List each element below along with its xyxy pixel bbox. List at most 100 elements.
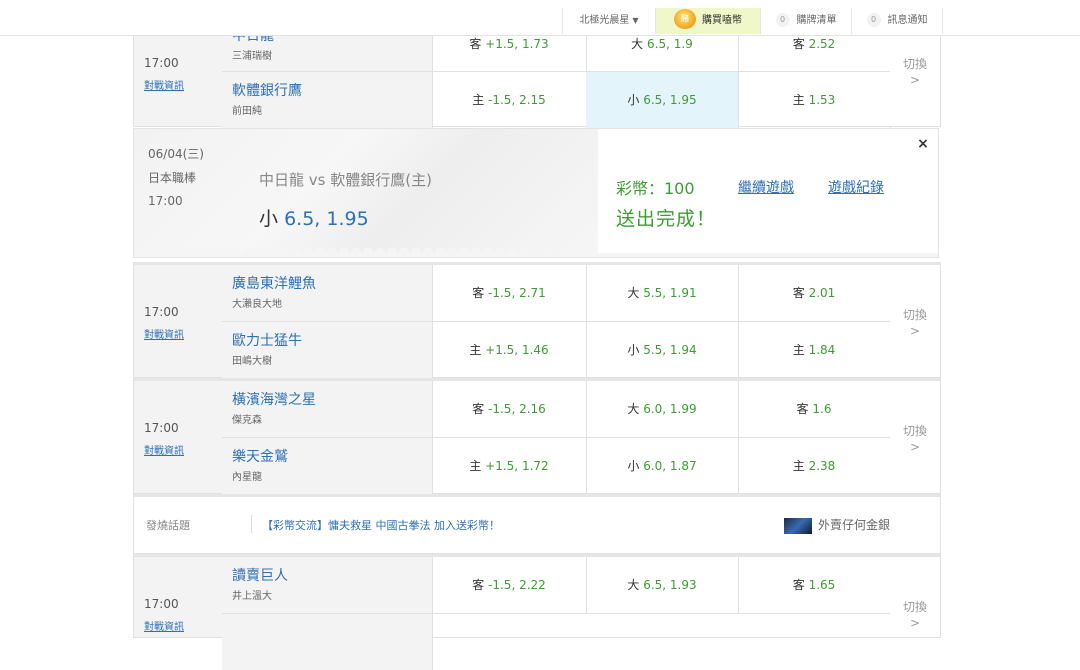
total-odds-over[interactable]: 大 6.5, 1.93 bbox=[586, 557, 739, 613]
moneyline-odds-away[interactable]: 客 2.01 bbox=[738, 265, 891, 321]
ticket-date: 06/04(三) bbox=[148, 147, 204, 161]
moneyline-odds-home[interactable]: 主 1.53 bbox=[738, 72, 891, 128]
switch-button[interactable]: 切換 > bbox=[890, 381, 940, 493]
odds-side: 客 bbox=[472, 402, 485, 416]
coin-amount: 彩幣：100 bbox=[616, 179, 695, 198]
team-name: 軟體銀行鷹 bbox=[232, 83, 302, 99]
user-name: 北極光晨星 bbox=[579, 15, 630, 26]
total-odds-under[interactable]: 小 5.5, 1.94 bbox=[586, 322, 739, 378]
match-info-link[interactable]: 對戰資訊 bbox=[144, 77, 184, 92]
moneyline-odds-home[interactable]: 主 2.38 bbox=[738, 438, 891, 494]
caret-down-icon: ▼ bbox=[632, 16, 639, 25]
user-menu[interactable]: 北極光晨星 ▼ bbox=[562, 8, 655, 34]
match-block: 17:00 對戰資訊 橫濱海灣之星 傑克森 客 -1.5, 2.16 大 6.0… bbox=[133, 378, 941, 494]
spread-odds-home[interactable]: 主 +1.5, 1.46 bbox=[432, 322, 587, 378]
match-time: 17:00 bbox=[144, 597, 179, 611]
selection-value: 6.5, 1.95 bbox=[284, 208, 369, 230]
odds-value: 2.01 bbox=[808, 286, 836, 300]
odds-side: 客 bbox=[472, 578, 485, 592]
divider bbox=[251, 515, 252, 533]
odds-side: 大 bbox=[627, 402, 640, 416]
odds-side: 客 bbox=[792, 578, 805, 592]
odds-value: 1.6 bbox=[812, 402, 832, 416]
team-name: 橫濱海灣之星 bbox=[232, 392, 316, 408]
pitcher-name: 大瀨良大地 bbox=[232, 299, 282, 310]
odds-value: +1.5, 1.73 bbox=[485, 37, 549, 51]
odds-value: +1.5, 1.46 bbox=[485, 343, 549, 357]
match-time: 17:00 bbox=[144, 305, 179, 319]
continue-game-link[interactable]: 繼續遊戲 bbox=[738, 177, 794, 197]
ticket-teams: 中日龍 vs 軟體銀行鷹(主) bbox=[259, 171, 432, 189]
spread-odds-away[interactable]: 客 -1.5, 2.71 bbox=[432, 265, 587, 321]
game-history-link[interactable]: 遊戲紀錄 bbox=[828, 177, 884, 197]
spread-odds-away[interactable]: 客 -1.5, 2.16 bbox=[432, 381, 587, 437]
pitcher-name: 前田純 bbox=[232, 106, 262, 117]
odds-side: 客 bbox=[792, 37, 805, 51]
bet-confirmation-panel: 06/04(三) 日本職棒 17:00 中日龍 vs 軟體銀行鷹(主) 小 6.… bbox=[133, 128, 939, 258]
bet-slip-count: 0 bbox=[775, 13, 790, 27]
spread-odds-home[interactable]: 主 -1.5, 2.15 bbox=[432, 72, 587, 128]
odds-side: 主 bbox=[472, 93, 485, 107]
pitcher-name: 井上溫大 bbox=[232, 591, 272, 602]
ad-link[interactable]: 外賣仔何金銀 bbox=[784, 516, 890, 534]
total-odds-under[interactable]: 小 6.0, 1.87 bbox=[586, 438, 739, 494]
pitcher-name: 三浦瑞樹 bbox=[232, 51, 272, 62]
odds-value: 6.5, 1.9 bbox=[647, 37, 693, 51]
ticket-edge bbox=[134, 243, 598, 253]
total-odds-over[interactable]: 大 5.5, 1.91 bbox=[586, 265, 739, 321]
odds-value: 2.52 bbox=[808, 37, 836, 51]
odds-side: 客 bbox=[792, 286, 805, 300]
ticket-time: 17:00 bbox=[148, 194, 183, 208]
odds-side: 大 bbox=[631, 37, 644, 51]
coin-icon: 賭 bbox=[674, 8, 696, 29]
match-info-link[interactable]: 對戰資訊 bbox=[144, 326, 184, 341]
bet-slip-button[interactable]: 0 購牌清單 bbox=[760, 8, 851, 34]
odds-value: 1.84 bbox=[808, 343, 836, 357]
notification-count: 0 bbox=[866, 13, 881, 27]
moneyline-odds-away[interactable]: 客 1.6 bbox=[738, 381, 891, 437]
time-column: 17:00 對戰資訊 bbox=[134, 557, 223, 637]
switch-label: 切換 bbox=[902, 424, 927, 438]
switch-button[interactable]: 切換 > bbox=[890, 265, 940, 377]
match-time: 17:00 bbox=[144, 56, 179, 70]
team-row-away: 讀賣巨人 井上溫大 bbox=[222, 557, 433, 613]
spread-odds-away[interactable]: 客 -1.5, 2.22 bbox=[432, 557, 587, 613]
bet-slip-label: 購牌清單 bbox=[796, 15, 837, 26]
ad-thumbnail bbox=[784, 517, 812, 534]
chevron-right-icon: > bbox=[909, 73, 921, 87]
team-row-home: 樂天金鷲 內星龍 bbox=[222, 438, 433, 494]
odds-value: +1.5, 1.72 bbox=[485, 459, 549, 473]
selection-side: 小 bbox=[259, 208, 279, 230]
odds-value: 5.5, 1.91 bbox=[643, 286, 697, 300]
team-name: 樂天金鷲 bbox=[232, 449, 288, 465]
odds-side: 主 bbox=[792, 93, 805, 107]
ad-text: 外賣仔何金銀 bbox=[818, 518, 891, 532]
odds-side: 客 bbox=[796, 402, 809, 416]
confirmation-result: 彩幣：100 送出完成！ 繼續遊戲 遊戲紀錄 × bbox=[598, 129, 938, 253]
odds-side: 小 bbox=[627, 343, 640, 357]
odds-side: 主 bbox=[469, 343, 482, 357]
ticket-selection: 小 6.5, 1.95 bbox=[259, 204, 369, 231]
odds-value: 2.38 bbox=[808, 459, 836, 473]
total-odds-under-selected[interactable]: 小 6.5, 1.95 bbox=[586, 72, 739, 128]
switch-button[interactable]: 切換 > bbox=[890, 557, 940, 637]
spread-odds-home[interactable]: 主 +1.5, 1.72 bbox=[432, 438, 587, 494]
pitcher-name: 田嶋大樹 bbox=[232, 356, 272, 367]
notifications-label: 訊息通知 bbox=[887, 15, 928, 26]
total-odds-over[interactable]: 大 6.0, 1.99 bbox=[586, 381, 739, 437]
team-name: 讀賣巨人 bbox=[232, 568, 288, 584]
odds-value: -1.5, 2.71 bbox=[488, 286, 546, 300]
time-column: 17:00 對戰資訊 bbox=[134, 381, 223, 493]
moneyline-odds-home[interactable]: 主 1.84 bbox=[738, 322, 891, 378]
close-icon[interactable]: × bbox=[908, 129, 938, 159]
match-info-link[interactable]: 對戰資訊 bbox=[144, 442, 184, 457]
odds-value: 6.5, 1.93 bbox=[643, 578, 697, 592]
notifications-button[interactable]: 0 訊息通知 bbox=[851, 8, 943, 34]
odds-value: -1.5, 2.16 bbox=[488, 402, 546, 416]
hot-topic-link[interactable]: 【彩幣交流】慵夫救星 中國古拳法 加入送彩幣！ bbox=[262, 517, 500, 533]
odds-side: 客 bbox=[469, 37, 482, 51]
team-name: 歐力士猛牛 bbox=[232, 333, 302, 349]
moneyline-odds-away[interactable]: 客 1.65 bbox=[738, 557, 891, 613]
buy-coins-button[interactable]: 賭購買嗑幣 bbox=[655, 8, 760, 34]
odds-side: 小 bbox=[627, 93, 640, 107]
